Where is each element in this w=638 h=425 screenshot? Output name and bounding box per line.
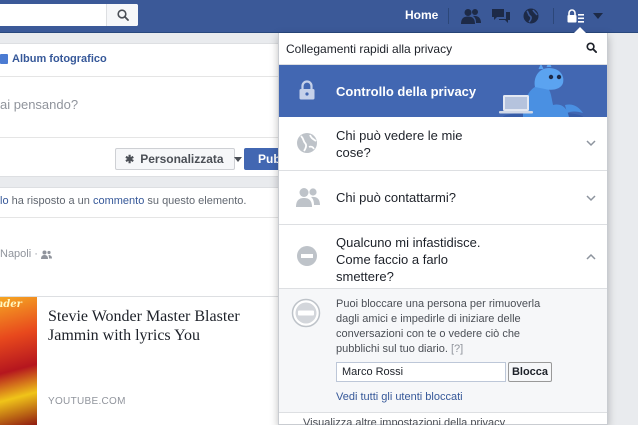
link-preview[interactable]: nder Stevie Wonder Master Blaster Jammin… bbox=[0, 296, 280, 425]
search-input[interactable] bbox=[0, 4, 138, 26]
panel-title: Collegamenti rapidi alla privacy bbox=[286, 42, 453, 56]
privacy-shortcuts-panel: Collegamenti rapidi alla privacy Control… bbox=[278, 27, 608, 425]
album-tab-label: Album fotografico bbox=[12, 53, 107, 65]
block-user-input[interactable] bbox=[336, 362, 506, 382]
block-icon bbox=[291, 298, 321, 328]
divider bbox=[0, 76, 280, 77]
faq-label: Qualcuno mi infastidisce. Come faccio a … bbox=[336, 235, 481, 284]
faq-label: Chi può vedere le mie cose? bbox=[336, 128, 463, 160]
faq-someone-bothering[interactable]: Qualcuno mi infastidisce. Come faccio a … bbox=[279, 225, 607, 289]
preview-thumbnail[interactable]: nder bbox=[0, 297, 37, 425]
preview-title[interactable]: Stevie Wonder Master Blaster Jammin with… bbox=[48, 307, 278, 345]
globe-icon bbox=[523, 8, 539, 24]
privacy-checkup-banner[interactable]: Controllo della privacy bbox=[279, 65, 607, 117]
caret-down-icon bbox=[233, 156, 242, 162]
top-navigation-bar: Home bbox=[0, 0, 638, 33]
search-icon[interactable] bbox=[586, 42, 597, 53]
audience-label: Personalizzata bbox=[140, 152, 224, 166]
privacy-shortcuts-button[interactable] bbox=[565, 6, 587, 26]
messages-button[interactable] bbox=[490, 6, 512, 26]
panel-header: Collegamenti rapidi alla privacy bbox=[279, 33, 607, 65]
privacy-dinosaur-illustration bbox=[499, 65, 583, 117]
help-hint[interactable]: [?] bbox=[451, 343, 463, 355]
photo-album-icon bbox=[0, 54, 8, 64]
activity-text: su questo elemento. bbox=[147, 195, 247, 207]
lock-icon bbox=[299, 80, 315, 100]
thumbnail-text: nder bbox=[0, 299, 22, 310]
divider bbox=[0, 137, 280, 138]
album-tab[interactable]: Album fotografico bbox=[0, 53, 107, 65]
faq-who-can-contact[interactable]: Chi può contattarmi? bbox=[279, 171, 607, 225]
chevron-down-icon[interactable] bbox=[586, 195, 596, 202]
composer-card: Album fotografico ai pensando? ✱ Persona… bbox=[0, 43, 284, 177]
friends-icon bbox=[296, 188, 320, 207]
block-icon bbox=[297, 246, 317, 266]
home-link[interactable]: Home bbox=[405, 8, 438, 22]
activity-text: ha risposto a un bbox=[11, 195, 90, 207]
feed-post: lo ha risposto a un commento su questo e… bbox=[0, 187, 280, 425]
account-menu-button[interactable] bbox=[587, 6, 609, 26]
more-settings-text: Visualizza altre impostazioni della priv… bbox=[303, 417, 506, 425]
block-button[interactable]: Blocca bbox=[508, 362, 552, 382]
privacy-checkup-label: Controllo della privacy bbox=[336, 84, 477, 99]
nav-divider bbox=[553, 8, 554, 24]
friends-icon bbox=[461, 9, 481, 24]
gear-icon: ✱ bbox=[125, 153, 135, 166]
activity-user-link[interactable]: lo bbox=[0, 195, 9, 207]
divider bbox=[0, 217, 280, 218]
preview-domain: YOUTUBE.COM bbox=[48, 396, 126, 407]
globe-icon bbox=[297, 133, 317, 153]
see-blocked-users-link[interactable]: Vedi tutti gli utenti bloccati bbox=[336, 391, 463, 403]
activity-comment-link[interactable]: commento bbox=[93, 195, 144, 207]
separator-dot: · bbox=[34, 248, 38, 260]
post-location[interactable]: Napoli bbox=[0, 248, 31, 260]
lock-list-icon bbox=[567, 9, 584, 23]
caret-down-icon bbox=[593, 12, 603, 19]
block-description: Puoi bloccare una persona per rimuoverla… bbox=[336, 298, 541, 355]
search-icon bbox=[116, 9, 129, 21]
post-meta: Napoli · bbox=[0, 248, 52, 260]
chevron-up-icon[interactable] bbox=[586, 253, 596, 260]
composer-input[interactable]: ai pensando? bbox=[0, 97, 78, 112]
faq-who-can-see[interactable]: Chi può vedere le mie cose? bbox=[279, 117, 607, 171]
messages-icon bbox=[492, 9, 510, 23]
friend-requests-button[interactable] bbox=[460, 6, 482, 26]
notifications-button[interactable] bbox=[520, 6, 542, 26]
friends-audience-icon bbox=[40, 250, 52, 259]
more-settings-row[interactable]: Visualizza altre impostazioni della priv… bbox=[279, 413, 607, 425]
block-user-section: Puoi bloccare una persona per rimuoverla… bbox=[279, 289, 607, 413]
faq-label: Chi può contattarmi? bbox=[336, 190, 456, 205]
audience-selector[interactable]: ✱ Personalizzata bbox=[115, 148, 242, 170]
nav-divider bbox=[448, 8, 449, 24]
post-activity-line: lo ha risposto a un commento su questo e… bbox=[0, 195, 246, 207]
chevron-down-icon[interactable] bbox=[586, 140, 596, 147]
search-button[interactable] bbox=[106, 4, 138, 26]
